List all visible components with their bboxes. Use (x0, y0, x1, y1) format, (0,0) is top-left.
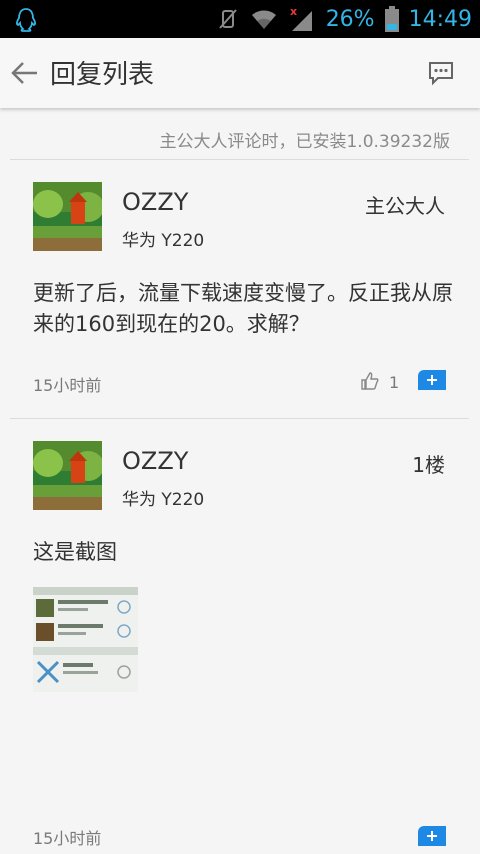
post-content: 这是截图 (33, 540, 117, 564)
clock: 14:49 (408, 6, 472, 32)
thumbs-up-icon[interactable] (360, 371, 380, 391)
reply-button[interactable] (418, 826, 446, 846)
battery-icon (384, 6, 399, 32)
avatar[interactable] (33, 182, 102, 251)
plus-icon (427, 375, 437, 385)
username[interactable]: OZZY (122, 447, 188, 475)
screenshot-thumbnail[interactable] (33, 587, 138, 692)
post-time: 15小时前 (33, 376, 102, 395)
floor-number: 1楼 (412, 453, 445, 477)
app-header: 回复列表 (0, 38, 480, 108)
divider (10, 418, 469, 419)
wifi-icon (251, 10, 276, 29)
avatar[interactable] (33, 441, 102, 510)
battery-percent: 26% (325, 6, 375, 32)
signal-icon: x (290, 5, 312, 31)
install-info: 主公大人评论时，已安装1.0.39232版 (159, 132, 450, 152)
post-content: 更新了后，流量下载速度变慢了。反正我从原来的160到现在的20。求解？ (33, 281, 453, 336)
avatar-image (33, 182, 102, 251)
status-bar: x 26% 14:49 (0, 0, 480, 38)
device-name: 华为 Y220 (122, 490, 205, 510)
post-time: 15小时前 (33, 829, 102, 848)
page-title: 回复列表 (50, 60, 155, 90)
svg-text:x: x (290, 5, 297, 18)
avatar-image (33, 441, 102, 510)
reply-tag: 主公大人 (365, 194, 445, 218)
vibrate-mute-icon (218, 9, 237, 29)
device-name: 华为 Y220 (122, 231, 205, 251)
thumbnail-image (33, 587, 138, 692)
comment-icon[interactable] (428, 60, 454, 86)
divider (10, 159, 469, 160)
like-count: 1 (389, 373, 400, 392)
back-arrow-icon[interactable] (10, 58, 40, 88)
qq-icon (16, 8, 36, 32)
username[interactable]: OZZY (122, 188, 188, 216)
reply-button[interactable] (418, 370, 446, 390)
plus-icon (427, 831, 437, 841)
